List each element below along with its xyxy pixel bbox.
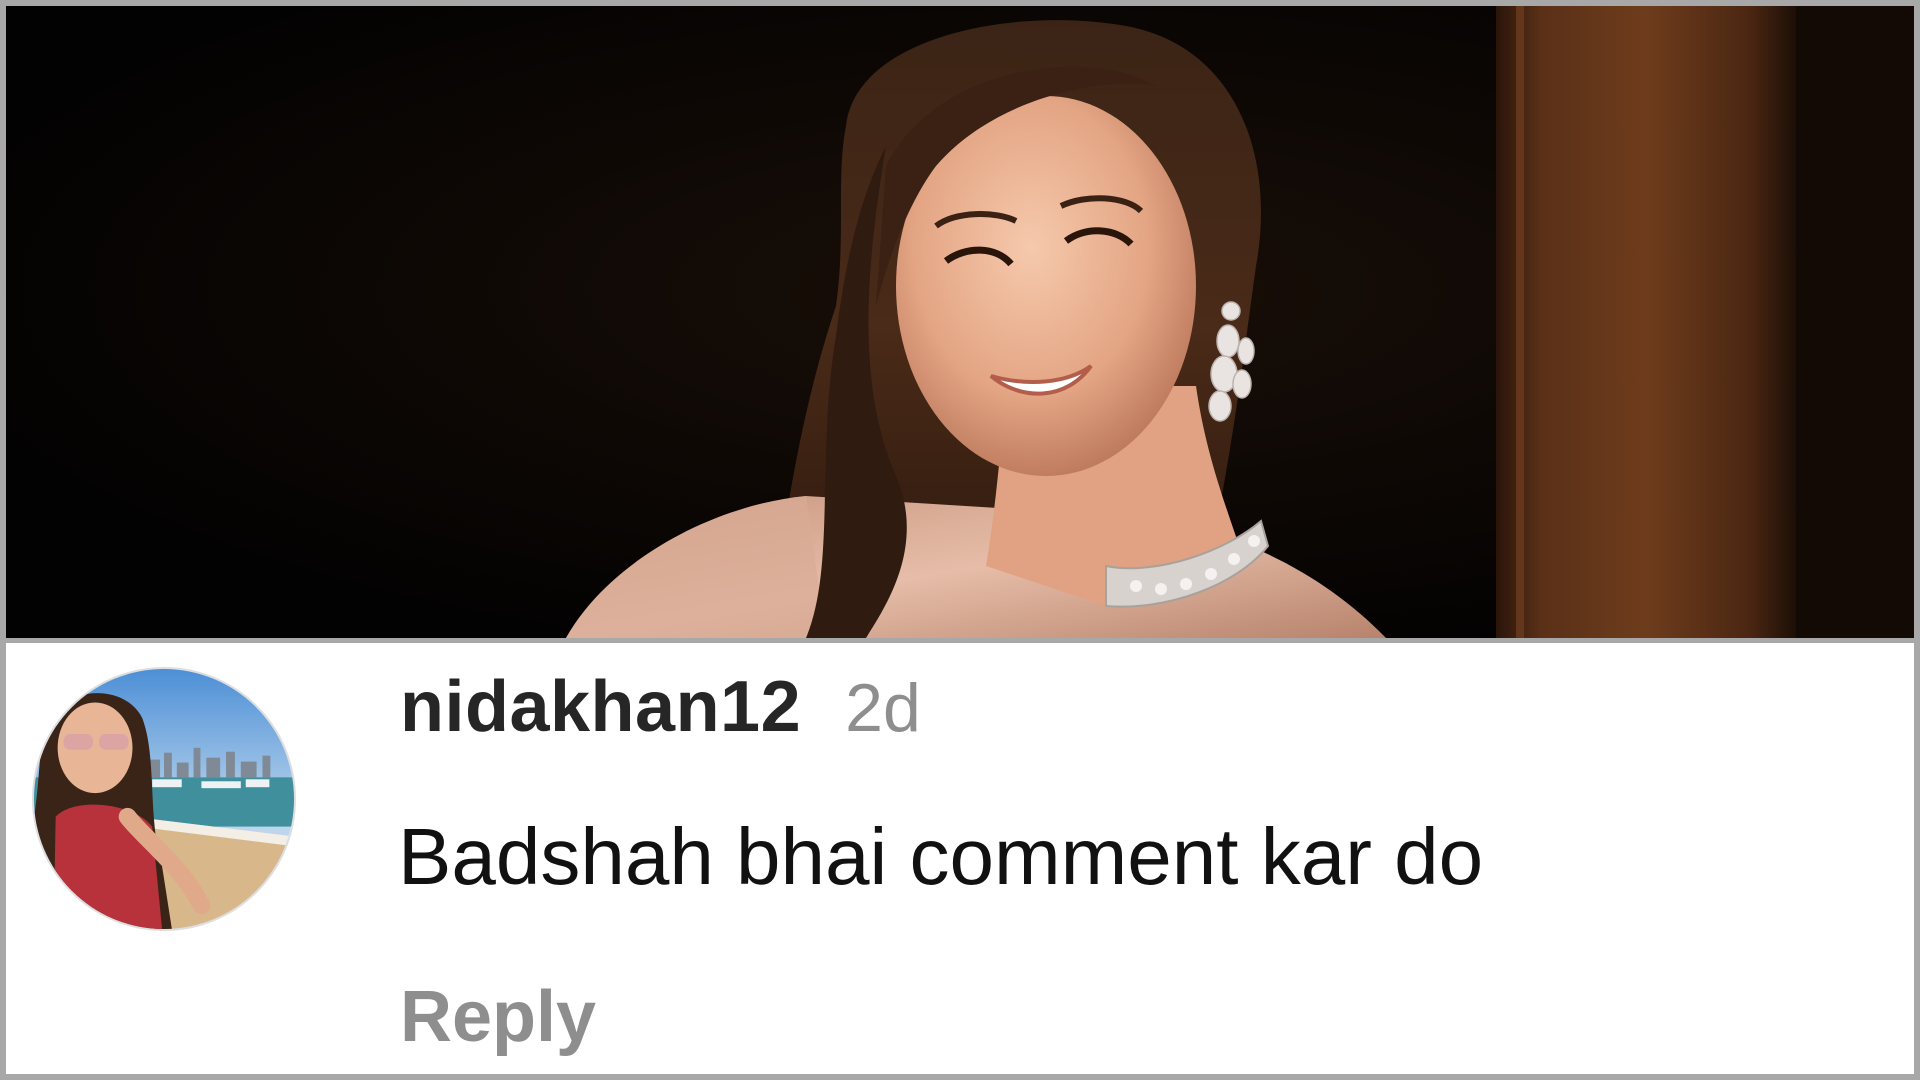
avatar-photo <box>34 669 294 929</box>
avatar[interactable] <box>32 667 296 931</box>
comment-username[interactable]: nidakhan12 <box>400 667 801 747</box>
reply-button[interactable]: Reply <box>400 981 596 1053</box>
comment-item: nidakhan12 2d Badshah bhai comment kar do… <box>6 643 1914 1074</box>
screenshot-frame: nidakhan12 2d Badshah bhai comment kar do… <box>0 0 1920 1080</box>
comment-text: Badshah bhai comment kar do <box>398 812 1484 901</box>
comment-timestamp: 2d <box>845 670 921 746</box>
post-photo[interactable] <box>6 6 1914 638</box>
post-photo-illustration <box>6 6 1914 638</box>
comment-meta: nidakhan12 2d <box>400 671 921 743</box>
